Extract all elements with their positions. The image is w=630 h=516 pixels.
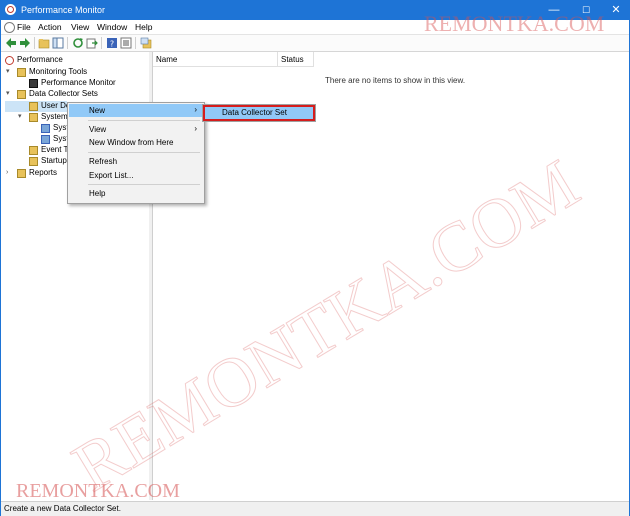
watermark-top: REMONTKA.COM	[424, 11, 605, 36]
folder-icon	[17, 68, 26, 77]
watermark-bottom: REMONTKA.COM	[16, 480, 180, 502]
tree-item-label: Event T	[41, 145, 69, 154]
collector-set-icon	[41, 124, 50, 133]
tree-item-label: User De	[41, 101, 71, 110]
submenu-arrow-icon: ›	[194, 124, 197, 133]
context-menu-view[interactable]: View ›	[69, 123, 203, 136]
tree-item-label: Performance	[17, 55, 63, 64]
tree-item-label: Performance Monitor	[41, 78, 116, 87]
menu-help[interactable]: Help	[135, 22, 152, 32]
export-icon[interactable]	[86, 37, 98, 49]
new-window-icon[interactable]	[140, 37, 152, 49]
expand-chevron-icon[interactable]: ›	[6, 169, 14, 177]
menu-item-label: Data Collector Set	[222, 108, 287, 117]
context-menu-refresh[interactable]: Refresh	[69, 155, 203, 168]
collapse-chevron-icon[interactable]: ▾	[18, 113, 26, 121]
close-button[interactable]: ✕	[601, 1, 630, 20]
toolbar-separator	[101, 37, 102, 49]
window-title: Performance Monitor	[21, 5, 106, 15]
folder-icon	[29, 146, 38, 155]
tree-item-label: Monitoring Tools	[29, 67, 88, 76]
new-submenu: Data Collector Set	[202, 104, 316, 122]
folder-icon	[29, 102, 38, 111]
help-icon[interactable]: ?	[106, 37, 118, 49]
context-menu-export-list[interactable]: Export List...	[69, 169, 203, 182]
menu-separator	[88, 184, 200, 185]
tree-item-label: Reports	[29, 168, 58, 177]
column-header-label: Name	[156, 55, 178, 64]
folder-icon	[17, 169, 26, 178]
performance-monitor-icon	[5, 4, 16, 15]
tree-item-startup-event-trace[interactable]: Startup	[5, 156, 67, 167]
column-header-label: Status	[281, 55, 304, 64]
status-text: Create a new Data Collector Set.	[4, 504, 121, 513]
chart-icon	[29, 79, 38, 88]
tree-item-event-trace-sessions[interactable]: Event T	[5, 145, 69, 156]
svg-text:?: ?	[110, 40, 114, 49]
column-header-name[interactable]: Name	[153, 52, 278, 67]
tree-item-system-diagnostics[interactable]: Syst	[5, 123, 69, 134]
menu-item-label: Refresh	[89, 157, 118, 166]
menu-file[interactable]: File	[17, 22, 31, 32]
tree-item-label: Startup	[41, 156, 67, 165]
menu-item-label: New	[89, 106, 106, 115]
submenu-arrow-icon: ›	[194, 105, 197, 114]
up-folder-icon[interactable]	[38, 37, 50, 49]
performance-icon	[5, 56, 14, 65]
properties-icon[interactable]	[120, 37, 132, 49]
collapse-chevron-icon[interactable]: ▾	[6, 68, 14, 76]
folder-icon	[17, 90, 26, 99]
column-header-status[interactable]: Status	[278, 52, 314, 67]
menu-item-label: View	[89, 125, 107, 134]
toolbar-separator	[67, 37, 68, 49]
menu-item-label: Export List...	[89, 171, 134, 180]
toolbar: ?	[1, 35, 629, 52]
toolbar-separator	[34, 37, 35, 49]
menu-separator	[88, 120, 200, 121]
empty-list-message: There are no items to show in this view.	[325, 76, 466, 85]
submenu-data-collector-set[interactable]: Data Collector Set	[203, 105, 315, 121]
menu-item-label: Help	[89, 189, 106, 198]
forward-icon[interactable]	[19, 37, 31, 49]
collapse-chevron-icon[interactable]: ▾	[6, 90, 14, 98]
menu-view[interactable]: View	[71, 22, 89, 32]
collector-set-icon	[41, 135, 50, 144]
toolbar-separator	[135, 37, 136, 49]
menu-window[interactable]: Window	[97, 22, 127, 32]
refresh-icon[interactable]	[72, 37, 84, 49]
menu-item-label: New Window from Here	[89, 138, 174, 147]
context-menu-new[interactable]: New ›	[69, 104, 203, 117]
back-icon[interactable]	[5, 37, 17, 49]
folder-icon	[29, 113, 38, 122]
folder-icon	[29, 157, 38, 166]
menu-separator	[88, 152, 200, 153]
tree-item-system[interactable]: ▾ System	[5, 112, 68, 123]
tree-item-user-defined[interactable]: User De	[5, 101, 71, 112]
status-bar: Create a new Data Collector Set.	[1, 501, 629, 516]
tree-item-system-performance[interactable]: Syst	[5, 134, 69, 145]
tree-item-label: Data Collector Sets	[29, 89, 98, 98]
context-menu-help[interactable]: Help	[69, 187, 203, 200]
tree-item-data-collector-sets[interactable]: ▾ Data Collector Sets	[5, 89, 145, 100]
tree-item-monitoring-tools[interactable]: ▾ Monitoring Tools	[5, 67, 145, 78]
menu-action[interactable]: Action	[38, 22, 62, 32]
performance-monitor-window: Performance Monitor — ☐ ✕ File Action Vi…	[0, 0, 630, 516]
context-menu-new-window[interactable]: New Window from Here	[69, 136, 203, 149]
show-hide-tree-icon[interactable]	[52, 37, 64, 49]
system-menu-icon[interactable]	[4, 22, 15, 33]
tree-item-performance[interactable]: Performance	[5, 55, 145, 66]
tree-item-performance-monitor[interactable]: Performance Monitor	[5, 78, 145, 89]
context-menu: New › View › New Window from Here Refres…	[67, 102, 205, 204]
tree-item-label: System	[41, 112, 68, 121]
